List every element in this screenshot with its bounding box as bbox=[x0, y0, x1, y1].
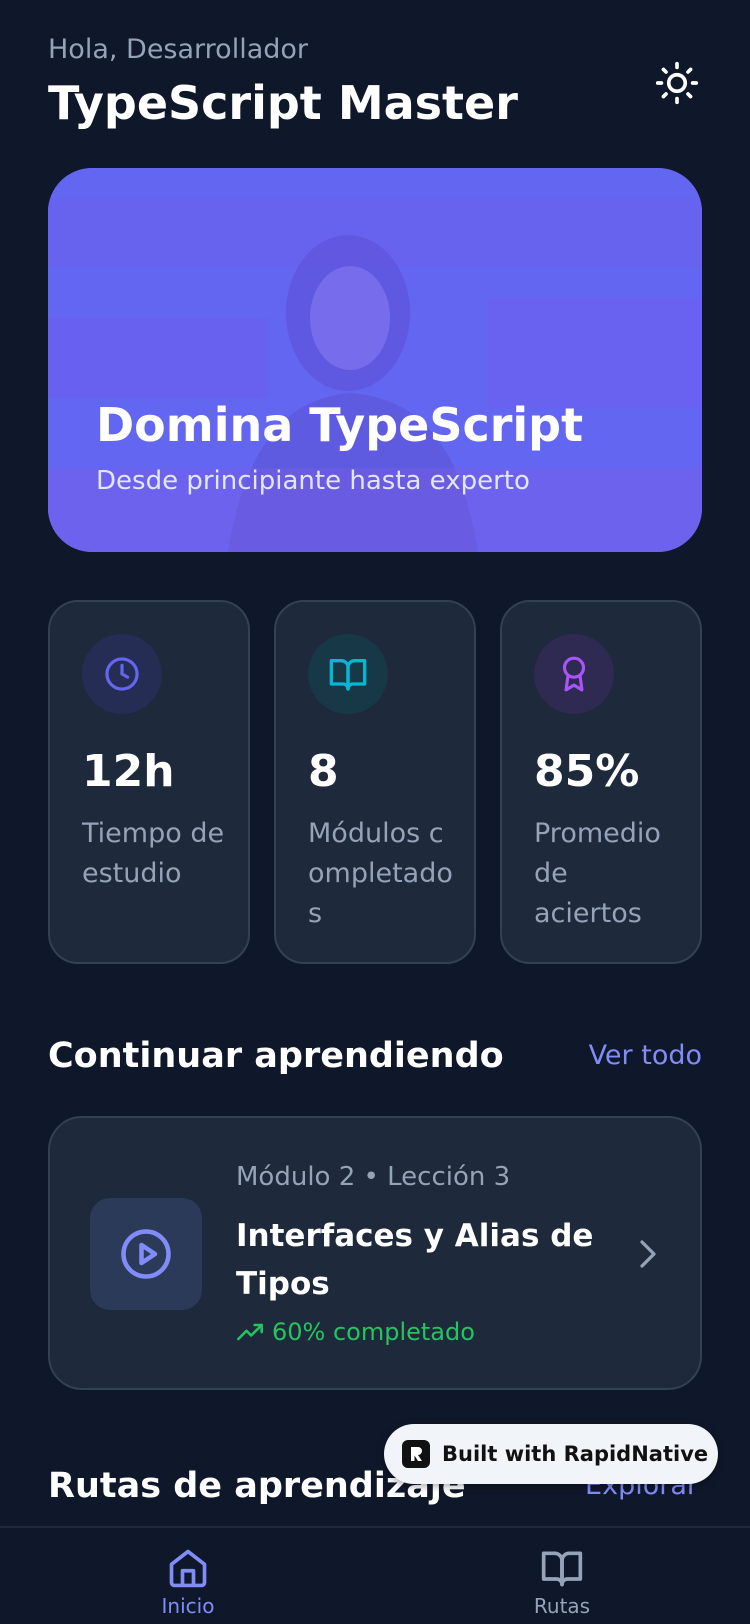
stat-value: 12h bbox=[82, 746, 175, 797]
greeting-text: Hola, Desarrollador bbox=[48, 34, 309, 65]
continue-section-title: Continuar aprendiendo bbox=[48, 1036, 504, 1076]
progress-text: 60% completado bbox=[272, 1318, 475, 1346]
stat-icon-bg bbox=[534, 634, 614, 714]
badge-text: Built with RapidNative bbox=[442, 1442, 709, 1466]
stat-icon-bg bbox=[82, 634, 162, 714]
hero-banner[interactable]: Domina TypeScript Desde principiante has… bbox=[48, 168, 702, 552]
stat-label: Tiempo de estudio bbox=[82, 818, 225, 889]
stat-card-accuracy: 85% Promedio de aciertos bbox=[500, 600, 702, 964]
play-circle-icon bbox=[121, 1229, 171, 1279]
hero-title: Domina TypeScript bbox=[96, 398, 584, 452]
theme-toggle-button[interactable] bbox=[652, 58, 702, 108]
clock-icon bbox=[105, 657, 139, 691]
chevron-right-icon bbox=[630, 1234, 666, 1274]
stat-label: Módulos completados bbox=[308, 818, 453, 929]
stat-card-study-time: 12h Tiempo de estudio bbox=[48, 600, 250, 964]
hero-subtitle: Desde principiante hasta experto bbox=[96, 466, 530, 496]
bottom-nav: Inicio Rutas bbox=[0, 1526, 750, 1624]
lesson-title: Interfaces y Alias de Tipos bbox=[236, 1218, 594, 1302]
nav-item-rutas[interactable]: Rutas bbox=[492, 1546, 632, 1624]
rapidnative-logo-icon bbox=[402, 1440, 430, 1468]
trending-up-icon bbox=[237, 1323, 263, 1341]
sun-icon bbox=[655, 61, 699, 105]
stat-value: 85% bbox=[534, 746, 640, 797]
stat-label: Promedio de aciertos bbox=[534, 818, 661, 929]
home-icon bbox=[169, 1549, 207, 1588]
nav-item-inicio[interactable]: Inicio bbox=[118, 1546, 258, 1624]
lesson-meta: Módulo 2 • Lección 3 bbox=[236, 1162, 511, 1192]
nav-label: Rutas bbox=[533, 1594, 591, 1618]
stat-value: 8 bbox=[308, 746, 339, 797]
see-all-link[interactable]: Ver todo bbox=[589, 1040, 702, 1071]
built-with-badge[interactable]: Built with RapidNative bbox=[384, 1424, 718, 1484]
lesson-progress: 60% completado bbox=[236, 1318, 475, 1346]
award-icon bbox=[562, 656, 586, 692]
nav-label: Inicio bbox=[161, 1594, 215, 1618]
book-open-icon bbox=[541, 1551, 583, 1587]
play-button[interactable] bbox=[90, 1198, 202, 1310]
stat-card-modules: 8 Módulos completados bbox=[274, 600, 476, 964]
stat-icon-bg bbox=[308, 634, 388, 714]
book-open-icon bbox=[329, 659, 367, 691]
app-title: TypeScript Master bbox=[48, 76, 518, 130]
continue-lesson-card[interactable]: Módulo 2 • Lección 3 Interfaces y Alias … bbox=[48, 1116, 702, 1390]
